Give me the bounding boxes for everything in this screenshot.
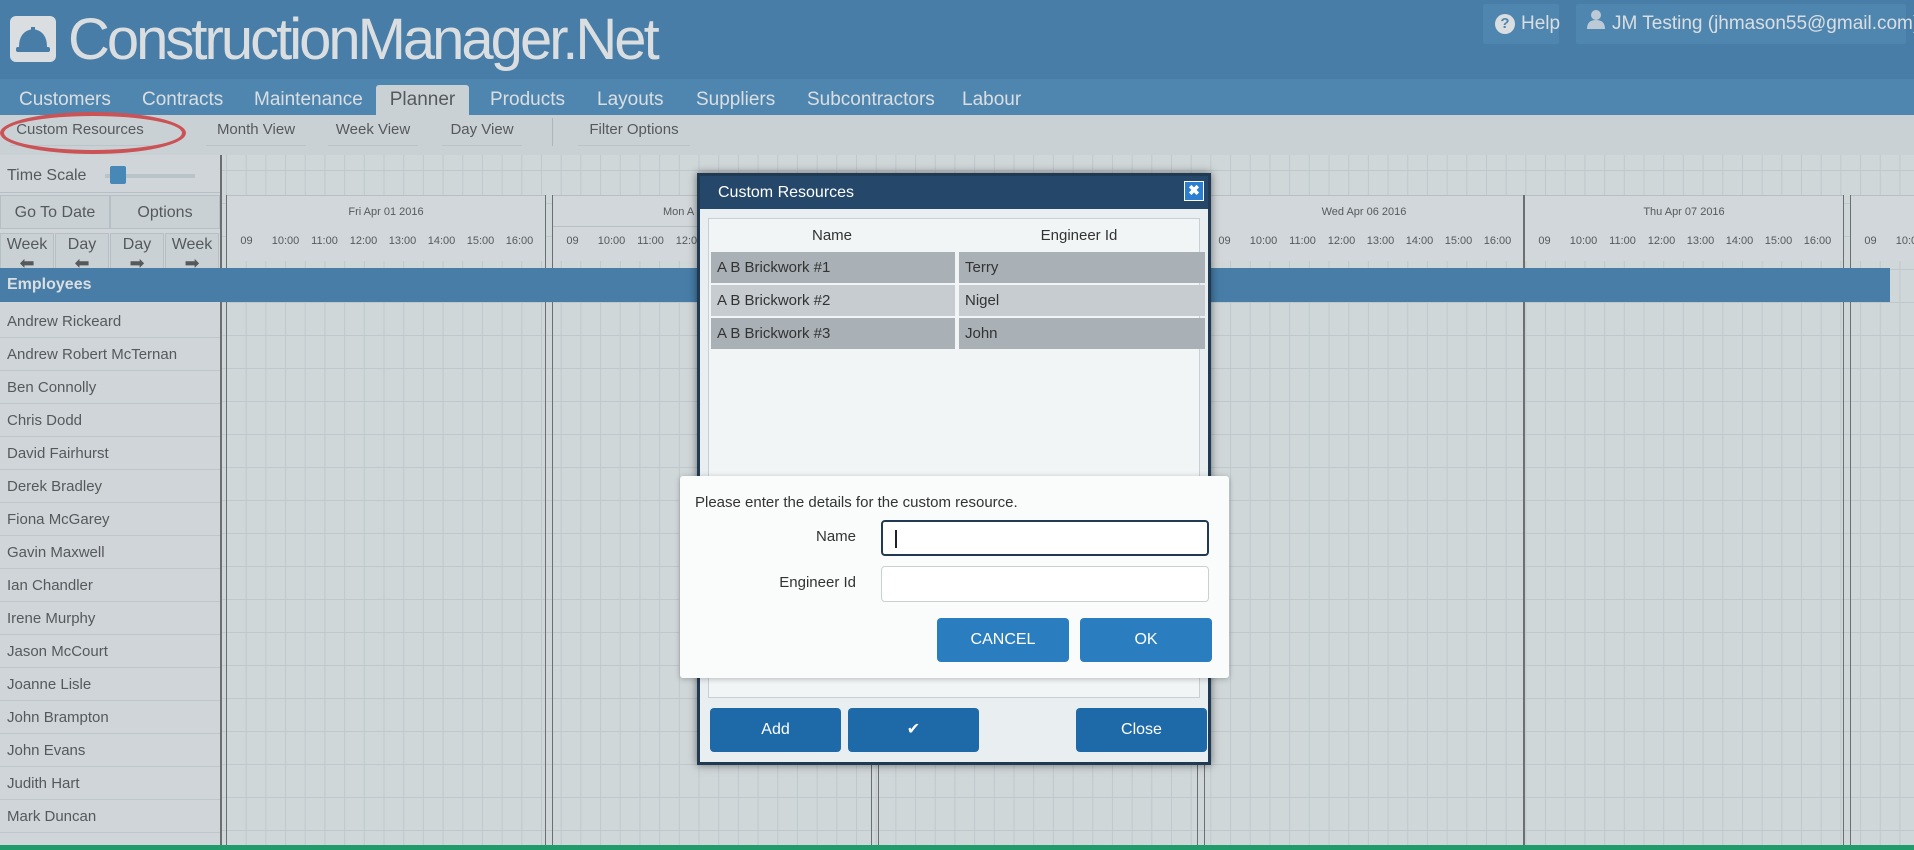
add-button[interactable]: Add — [710, 708, 841, 752]
table-cell-name[interactable]: A B Brickwork #2 — [711, 285, 955, 316]
column-header-name: Name — [811, 227, 852, 244]
close-button[interactable]: Close — [1076, 708, 1207, 752]
name-input[interactable] — [881, 520, 1209, 556]
table-cell-engineer-id[interactable]: Terry — [959, 252, 1205, 283]
table-cell-name[interactable]: A B Brickwork #3 — [711, 318, 955, 349]
checkmark-icon: ✔ — [906, 721, 921, 738]
dialog-title-bar: Custom Resources ✖ — [700, 176, 1208, 209]
name-label: Name — [815, 528, 856, 545]
ok-button[interactable]: OK — [1080, 618, 1212, 662]
engineer-id-input[interactable] — [881, 566, 1209, 602]
table-cell-name[interactable]: A B Brickwork #1 — [711, 252, 955, 283]
confirm-button[interactable]: ✔ — [848, 708, 979, 752]
prompt-message: Please enter the details for the custom … — [695, 494, 1018, 511]
close-icon[interactable]: ✖ — [1184, 181, 1204, 201]
cancel-button[interactable]: CANCEL — [937, 618, 1069, 662]
bottom-strip — [0, 845, 1914, 850]
table-cell-engineer-id[interactable]: John — [959, 318, 1205, 349]
column-header-engineer-id: Engineer Id — [1040, 227, 1118, 244]
dialog-title: Custom Resources — [718, 184, 855, 201]
engineer-id-label: Engineer Id — [779, 574, 856, 591]
text-caret — [895, 530, 897, 548]
custom-resource-prompt: Please enter the details for the custom … — [680, 476, 1229, 678]
table-cell-engineer-id[interactable]: Nigel — [959, 285, 1205, 316]
